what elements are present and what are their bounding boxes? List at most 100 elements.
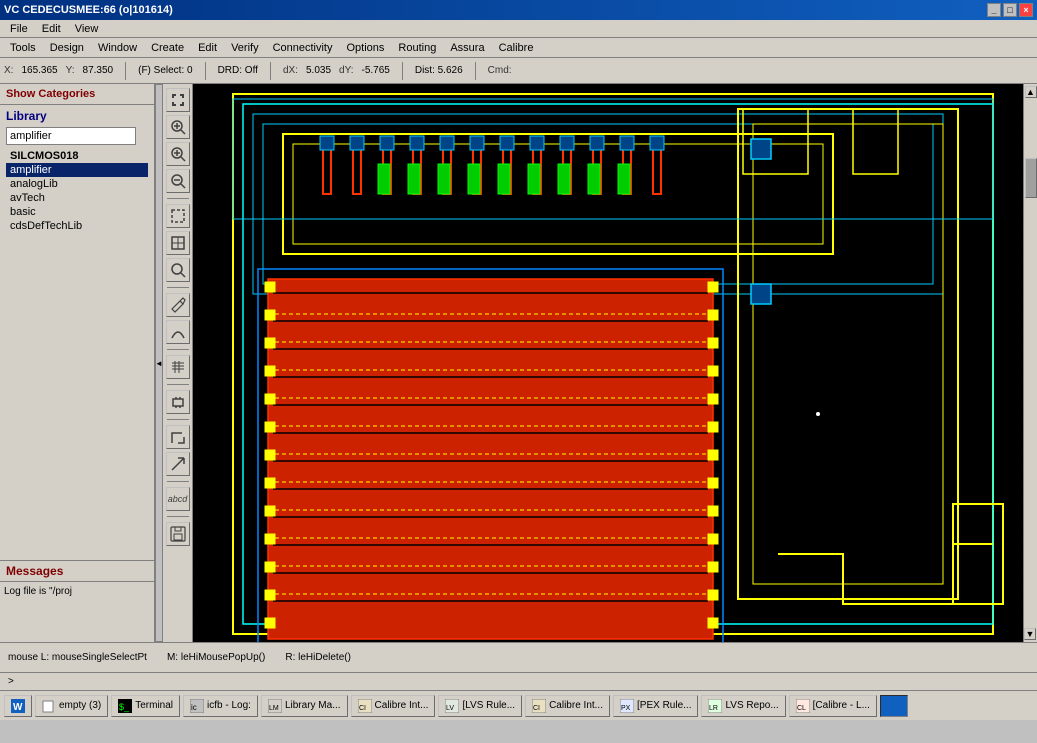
taskbar-lvs-repo[interactable]: LR LVS Repo... xyxy=(701,695,785,717)
lib-item-basic[interactable]: basic xyxy=(6,205,148,219)
side-tool-sep-7 xyxy=(167,516,189,517)
command-prompt: > xyxy=(0,672,1037,690)
tool-corner-button[interactable] xyxy=(166,425,190,449)
maximize-button[interactable]: □ xyxy=(1003,3,1017,17)
lib-item-silcmos[interactable]: SILCMOS018 xyxy=(6,149,148,163)
lib-item-avtech[interactable]: avTech xyxy=(6,191,148,205)
messages-content: Log file is "/proj xyxy=(0,582,154,642)
top-toolbar: X: 165.365 Y: 87.350 (F) Select: 0 DRD: … xyxy=(0,58,1037,84)
messages-title: Messages xyxy=(0,561,154,582)
lib-item-cdsdef[interactable]: cdsDefTechLib xyxy=(6,219,148,233)
taskbar: W empty (3) $_ Terminal ic icfb - Log: L… xyxy=(0,690,1037,720)
dy-value: -5.765 xyxy=(361,65,389,76)
svg-text:LR: LR xyxy=(709,705,718,712)
toolbar-sep-4 xyxy=(402,62,403,80)
mouse-m-status: M: leHiMousePopUp() xyxy=(167,652,265,663)
side-tool-sep-6 xyxy=(167,481,189,482)
svg-text:CI: CI xyxy=(359,705,366,712)
tool-save-button[interactable] xyxy=(166,522,190,546)
panel-collapse-handle[interactable]: ◄ xyxy=(155,84,163,642)
select-label: (F) Select: 0 xyxy=(138,65,192,76)
svg-text:LV: LV xyxy=(446,705,454,712)
minimize-button[interactable]: _ xyxy=(987,3,1001,17)
prompt-symbol: > xyxy=(8,676,14,687)
taskbar-calibre-l[interactable]: CL [Calibre - L... xyxy=(789,695,877,717)
menu-tools[interactable]: Tools xyxy=(4,40,42,56)
menu-options[interactable]: Options xyxy=(341,40,391,56)
menu-edit2[interactable]: Edit xyxy=(192,40,223,56)
taskbar-calibre-int2[interactable]: CI Calibre Int... xyxy=(525,695,610,717)
mouse-l-status: mouse L: mouseSingleSelectPt xyxy=(8,652,147,663)
tool-arc-button[interactable] xyxy=(166,320,190,344)
left-panel: Show Categories Library SILCMOS018 ampli… xyxy=(0,84,155,642)
drd-label: DRD: Off xyxy=(218,65,258,76)
x-value: 165.365 xyxy=(21,65,57,76)
taskbar-icfb[interactable]: ic icfb - Log: xyxy=(183,695,258,717)
menu-calibre[interactable]: Calibre xyxy=(493,40,540,56)
taskbar-pex-rule[interactable]: PX [PEX Rule... xyxy=(613,695,698,717)
show-categories-button[interactable]: Show Categories xyxy=(0,84,154,105)
cmd-label: Cmd: xyxy=(488,65,512,76)
lib-item-amplifier-sel[interactable]: amplifier xyxy=(6,163,148,177)
svg-text:CI: CI xyxy=(533,705,540,712)
menu-routing[interactable]: Routing xyxy=(392,40,442,56)
tool-select-button[interactable] xyxy=(166,204,190,228)
toolbar-sep-3 xyxy=(270,62,271,80)
taskbar-terminal[interactable]: $_ Terminal xyxy=(111,695,180,717)
library-section: Library SILCMOS018 amplifier analogLib a… xyxy=(0,105,154,237)
tool-zoom-fit-button[interactable] xyxy=(166,115,190,139)
taskbar-start[interactable]: W xyxy=(4,695,32,717)
taskbar-calibre-int[interactable]: CI Calibre Int... xyxy=(351,695,436,717)
dx-label: dX: xyxy=(283,65,298,76)
taskbar-empty[interactable]: empty (3) xyxy=(35,695,108,717)
y-label: Y: xyxy=(66,65,75,76)
toolbar-sep-2 xyxy=(205,62,206,80)
toolbar-sep-1 xyxy=(125,62,126,80)
pcb-canvas xyxy=(193,84,1037,642)
side-tool-sep-1 xyxy=(167,198,189,199)
taskbar-lvs-rule[interactable]: LV [LVS Rule... xyxy=(438,695,522,717)
tool-text-button[interactable]: abcd xyxy=(166,487,190,511)
svg-text:LM: LM xyxy=(269,705,279,712)
title-bar: VC CEDECUSMEE:66 (o|101614) _ □ × xyxy=(0,0,1037,20)
canvas-area[interactable]: ▲ ▼ xyxy=(193,84,1037,642)
tool-fit-button[interactable] xyxy=(166,88,190,112)
menu-file[interactable]: File xyxy=(4,21,34,37)
menu-view[interactable]: View xyxy=(69,21,105,37)
mouse-r-status: R: leHiDelete() xyxy=(285,652,351,663)
lib-item-analoglib[interactable]: analogLib xyxy=(6,177,148,191)
menu-assura[interactable]: Assura xyxy=(444,40,490,56)
menu-connectivity[interactable]: Connectivity xyxy=(267,40,339,56)
vertical-scrollbar[interactable]: ▲ ▼ xyxy=(1023,84,1037,642)
menu-create[interactable]: Create xyxy=(145,40,190,56)
tool-arrow-button[interactable] xyxy=(166,452,190,476)
svg-text:CL: CL xyxy=(797,705,806,712)
menu-verify[interactable]: Verify xyxy=(225,40,265,56)
library-title: Library xyxy=(6,109,148,123)
dist-label: Dist: 5.626 xyxy=(415,65,463,76)
svg-text:$_: $_ xyxy=(119,702,130,712)
tool-zoom-in-button[interactable] xyxy=(166,142,190,166)
tool-pan-button[interactable] xyxy=(166,231,190,255)
dx-value: 5.035 xyxy=(306,65,331,76)
tool-component-button[interactable] xyxy=(166,390,190,414)
menu-edit[interactable]: Edit xyxy=(36,21,67,37)
menu-bar: File Edit View xyxy=(0,20,1037,38)
side-tool-sep-2 xyxy=(167,287,189,288)
taskbar-libman[interactable]: LM Library Ma... xyxy=(261,695,348,717)
status-bar: mouse L: mouseSingleSelectPt M: leHiMous… xyxy=(0,642,1037,672)
tool-pencil-button[interactable] xyxy=(166,293,190,317)
title-text: VC CEDECUSMEE:66 (o|101614) xyxy=(4,4,173,16)
tool-layers-button[interactable] xyxy=(166,355,190,379)
x-label: X: xyxy=(4,65,13,76)
svg-text:PX: PX xyxy=(621,705,631,712)
library-search-input[interactable] xyxy=(6,127,136,145)
taskbar-active[interactable] xyxy=(880,695,908,717)
tool-zoom-rect-button[interactable] xyxy=(166,258,190,282)
y-value: 87.350 xyxy=(83,65,114,76)
dy-label: dY: xyxy=(339,65,353,76)
tool-zoom-out-button[interactable] xyxy=(166,169,190,193)
menu-window[interactable]: Window xyxy=(92,40,143,56)
close-button[interactable]: × xyxy=(1019,3,1033,17)
menu-design[interactable]: Design xyxy=(44,40,90,56)
